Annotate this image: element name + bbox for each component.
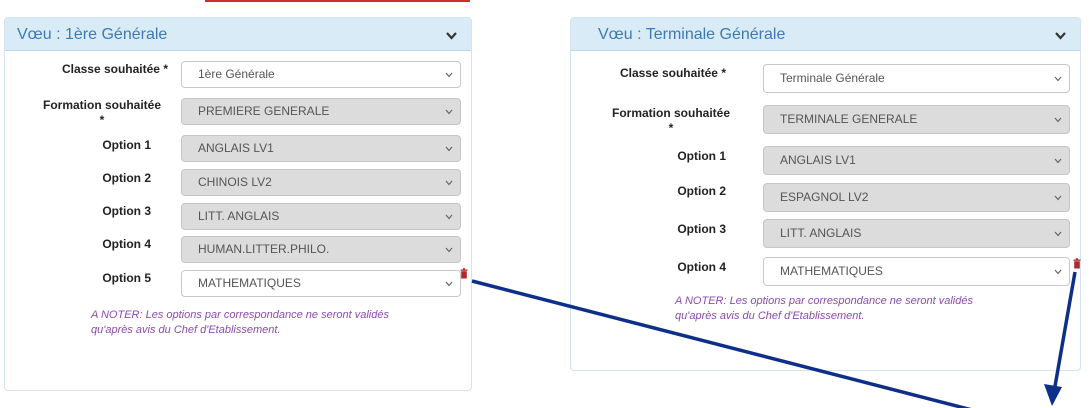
- option-label-4: Option 4: [677, 260, 726, 274]
- chevron-down-icon: [1054, 76, 1062, 82]
- formation-label: Formation souhaitée *: [612, 106, 730, 136]
- panel-title: Vœu : Terminale Générale: [598, 26, 786, 43]
- panel-title: Vœu : 1ère Générale: [17, 26, 168, 43]
- option-label-5: Option 5: [102, 271, 151, 285]
- chevron-down-icon: [1054, 117, 1062, 123]
- select-value: PREMIERE GENERALE: [198, 104, 330, 118]
- chevron-down-icon: [445, 281, 453, 287]
- chevron-down-icon: [445, 109, 453, 115]
- select-value: ANGLAIS LV1: [198, 141, 274, 155]
- select-value: HUMAN.LITTER.PHILO.: [198, 242, 330, 256]
- voeu-panel-right: Vœu : Terminale Générale Classe souhaité…: [570, 17, 1081, 371]
- chevron-down-icon[interactable]: [446, 30, 457, 41]
- chevron-down-icon: [445, 214, 453, 220]
- voeu-panel-left: Vœu : 1ère Générale Classe souhaitée * 1…: [4, 17, 472, 391]
- chevron-down-icon: [1054, 269, 1062, 275]
- arrow-head: [1044, 384, 1062, 406]
- note-line-2: qu'après avis du Chef d'Etablissement.: [91, 324, 281, 336]
- chevron-down-icon: [445, 180, 453, 186]
- chevron-down-icon: [445, 72, 453, 78]
- note-line-1: A NOTER: Les options par correspondance …: [91, 309, 389, 321]
- option-select-3[interactable]: LITT. ANGLAIS: [181, 203, 461, 230]
- formation-label: Formation souhaitée *: [43, 98, 161, 128]
- panel-header-right[interactable]: Vœu : Terminale Générale: [571, 18, 1080, 51]
- formation-select[interactable]: PREMIERE GENERALE: [181, 98, 461, 125]
- option-select-1[interactable]: ANGLAIS LV1: [763, 146, 1070, 175]
- chevron-down-icon: [1054, 231, 1062, 237]
- note-text: A NOTER: Les options par correspondance …: [675, 294, 1075, 324]
- option-label-4: Option 4: [102, 237, 151, 251]
- option-select-2[interactable]: CHINOIS LV2: [181, 169, 461, 196]
- option-label-3: Option 3: [102, 204, 151, 218]
- option-label-1: Option 1: [102, 138, 151, 152]
- note-line-1: A NOTER: Les options par correspondance …: [675, 295, 973, 307]
- select-value: 1ère Générale: [198, 67, 275, 81]
- option-label-1: Option 1: [677, 149, 726, 163]
- note-text: A NOTER: Les options par correspondance …: [91, 308, 451, 338]
- select-value: LITT. ANGLAIS: [198, 209, 280, 223]
- panel-header-left[interactable]: Vœu : 1ère Générale: [5, 18, 471, 51]
- classe-label: Classe souhaitée *: [61, 62, 168, 76]
- classe-select[interactable]: Terminale Générale: [763, 64, 1070, 93]
- option-label-3: Option 3: [677, 222, 726, 236]
- trash-icon[interactable]: [1073, 258, 1081, 269]
- select-value: TERMINALE GENERALE: [780, 112, 918, 126]
- top-accent-line: [205, 0, 470, 6]
- select-value: MATHEMATIQUES: [780, 264, 883, 278]
- select-value: ESPAGNOL LV2: [780, 190, 869, 204]
- chevron-down-icon: [445, 146, 453, 152]
- option-select-1[interactable]: ANGLAIS LV1: [181, 135, 461, 162]
- trash-icon[interactable]: [460, 268, 468, 279]
- option-select-2[interactable]: ESPAGNOL LV2: [763, 183, 1070, 212]
- chevron-down-icon: [445, 247, 453, 253]
- formation-label-required: *: [668, 121, 674, 135]
- option-select-4[interactable]: HUMAN.LITTER.PHILO.: [181, 236, 461, 263]
- chevron-down-icon[interactable]: [1055, 30, 1066, 41]
- note-line-2: qu'après avis du Chef d'Etablissement.: [675, 310, 865, 322]
- chevron-down-icon: [1054, 195, 1062, 201]
- option-select-3[interactable]: LITT. ANGLAIS: [763, 219, 1070, 248]
- option-select-5[interactable]: MATHEMATIQUES: [181, 270, 461, 297]
- classe-select[interactable]: 1ère Générale: [181, 61, 461, 88]
- option-select-4[interactable]: MATHEMATIQUES: [763, 257, 1070, 286]
- formation-label-text: Formation souhaitée: [611, 106, 730, 120]
- chevron-down-icon: [1054, 158, 1062, 164]
- select-value: CHINOIS LV2: [198, 175, 272, 189]
- classe-label: Classe souhaitée *: [619, 66, 726, 80]
- formation-label-required: *: [99, 113, 105, 127]
- select-value: LITT. ANGLAIS: [780, 226, 862, 240]
- option-label-2: Option 2: [677, 184, 726, 198]
- option-label-2: Option 2: [102, 171, 151, 185]
- formation-label-text: Formation souhaitée: [42, 98, 161, 112]
- select-value: ANGLAIS LV1: [780, 153, 856, 167]
- select-value: Terminale Générale: [780, 71, 885, 85]
- formation-select[interactable]: TERMINALE GENERALE: [763, 105, 1070, 134]
- select-value: MATHEMATIQUES: [198, 276, 301, 290]
